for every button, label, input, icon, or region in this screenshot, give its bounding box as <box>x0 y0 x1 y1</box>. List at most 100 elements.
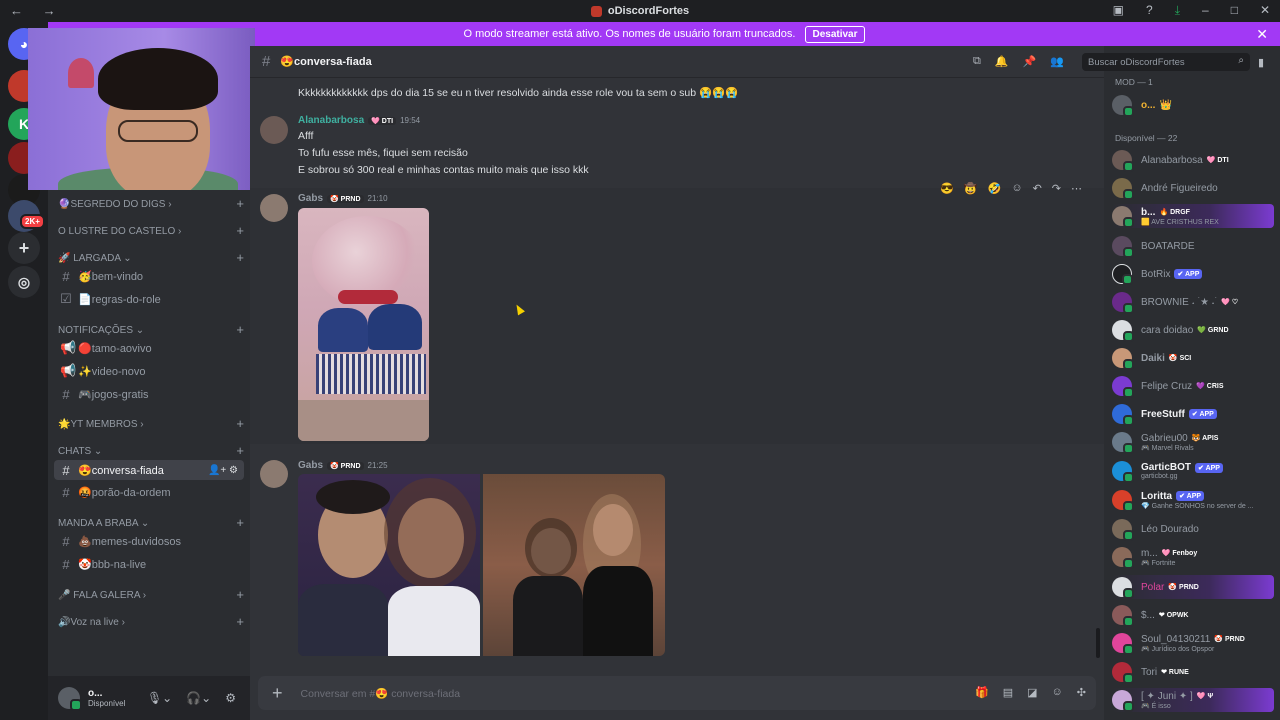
emoji-icon[interactable]: ☺ <box>1052 686 1063 699</box>
member-item[interactable]: Tori ❤ RUNE <box>1112 660 1274 684</box>
forward-icon[interactable]: ↷ <box>1052 182 1061 195</box>
headphones-icon[interactable]: 🎧⌄ <box>186 691 211 705</box>
member-item[interactable]: b... 🔥 DRGF 🟨 AVE CRISTHUS REX <box>1112 204 1274 228</box>
add-channel-icon[interactable]: + <box>236 322 244 337</box>
more-icon[interactable]: ⋯ <box>1071 182 1082 195</box>
member-name: Tori <box>1141 666 1158 678</box>
inbox-icon[interactable]: ▮ <box>1258 56 1264 69</box>
add-channel-icon[interactable]: + <box>236 443 244 458</box>
search-input[interactable]: Buscar oDiscordFortes ⌕ <box>1082 53 1250 71</box>
microphone-icon[interactable]: 🎙⌄ <box>147 691 172 705</box>
channel-settings-icon[interactable]: 👤+ ⚙ <box>208 465 238 476</box>
add-channel-icon[interactable]: + <box>236 614 244 629</box>
member-item[interactable]: Polar 🤡 PRND <box>1112 575 1274 599</box>
member-item[interactable]: Loritta ✔ APP 💎 Ganhe SONHOS no server de … <box>1112 488 1274 512</box>
member-item[interactable]: o... 👑 <box>1112 93 1274 117</box>
reaction-emoji-icon[interactable]: 🤣 <box>988 182 1002 195</box>
channel-porao[interactable]: # 🤬porão-da-ordem <box>54 482 244 502</box>
channel-bbb[interactable]: # 🤡bbb-na-live <box>54 554 244 574</box>
threads-icon[interactable]: ⧉ <box>973 55 981 68</box>
image-attachment[interactable] <box>483 474 665 656</box>
member-item[interactable]: Alanabarbosa 🩷 DTI <box>1112 148 1274 172</box>
attach-icon[interactable]: + <box>272 683 283 704</box>
help-icon[interactable]: ? <box>1146 3 1153 18</box>
member-item[interactable]: m... 🩷 Fenboy 🎮 Fortnite <box>1112 545 1274 569</box>
inbox-monitor-icon[interactable]: ▣ <box>1113 3 1124 18</box>
apps-icon[interactable]: ✣ <box>1077 686 1086 699</box>
user-info[interactable]: o... Disponível <box>88 688 125 708</box>
channel-memes[interactable]: # 💩memes-duvidosos <box>54 531 244 551</box>
member-item[interactable]: Daiki 🤡 SCI <box>1112 346 1274 370</box>
add-channel-icon[interactable]: + <box>236 250 244 265</box>
add-channel-icon[interactable]: + <box>236 587 244 602</box>
channel-bem-vindo[interactable]: # 🥳bem-vindo <box>54 266 244 286</box>
member-item[interactable]: FreeStuff ✔ APP <box>1112 402 1274 426</box>
channel-video-novo[interactable]: 📢 ✨video-novo <box>54 361 244 381</box>
maximize-button[interactable]: □ <box>1231 3 1238 18</box>
add-channel-icon[interactable]: + <box>236 196 244 211</box>
member-item[interactable]: cara doidao 💚 GRND <box>1112 318 1274 342</box>
member-activity: 🎮 Marvel Rivals <box>1141 444 1194 452</box>
member-item[interactable]: Gabrieu00 🐯 APIS 🎮 Marvel Rivals <box>1112 430 1274 454</box>
add-channel-icon[interactable]: + <box>236 515 244 530</box>
channel-title: 😍conversa-fiada <box>280 56 372 68</box>
minimize-button[interactable]: – <box>1202 3 1209 18</box>
member-item[interactable]: André Figueiredo <box>1112 176 1274 200</box>
add-reaction-icon[interactable]: ☺ <box>1011 182 1022 195</box>
add-channel-icon[interactable]: + <box>236 223 244 238</box>
reply-icon[interactable]: ↶ <box>1033 182 1042 195</box>
message-author[interactable]: Gabs <box>298 193 323 204</box>
member-item[interactable]: $... ❤ OPWK <box>1112 603 1274 627</box>
image-attachment[interactable] <box>298 208 429 441</box>
member-item[interactable]: BROWNIE ˖ ࣪ ★ ˖ ࣪ 🩷 ♡ <box>1112 290 1274 314</box>
composer-input[interactable]: Conversar em #😍 conversa-fiada <box>301 687 461 700</box>
member-item[interactable]: [ ✦ Juni ✦ ] 🩷 Ψ 🎮 É isso <box>1112 688 1274 712</box>
message-author[interactable]: Alanabarbosa <box>298 115 364 126</box>
channel-tamo-aovivo[interactable]: 📢 🔴tamo-aovivo <box>54 338 244 358</box>
members-icon[interactable]: 👥 <box>1050 55 1064 68</box>
chat-scrollbar[interactable] <box>1096 628 1100 658</box>
channel-regras[interactable]: ☑ 📄regras-do-role <box>54 289 244 309</box>
member-item[interactable]: Soul_04130211 🤡 PRND 🎮 Jurídico dos Opspor <box>1112 631 1274 655</box>
discover-icon[interactable]: ◎ <box>8 266 40 298</box>
channel-conversa-fiada[interactable]: # 😍conversa-fiada 👤+ ⚙ <box>54 460 244 480</box>
member-item[interactable]: BOATARDE <box>1112 234 1274 258</box>
category-fala-galera[interactable]: 🎤 FALA GALERA › + <box>58 587 244 603</box>
category-notificacoes[interactable]: NOTIFICAÇÕES ⌄ + <box>58 322 244 338</box>
avatar[interactable] <box>58 687 82 711</box>
category-lustre[interactable]: O LUSTRE DO CASTELO › + <box>58 223 244 239</box>
category-largada[interactable]: 🚀 LARGADA ⌄ + <box>58 250 244 266</box>
gear-icon[interactable]: ⚙ <box>225 691 236 705</box>
category-chats[interactable]: CHATS ⌄ + <box>58 443 244 459</box>
add-server-icon[interactable]: + <box>8 232 40 264</box>
reaction-emoji-icon[interactable]: 🤠 <box>964 182 978 195</box>
bell-icon[interactable]: 🔔 <box>995 55 1009 68</box>
member-item[interactable]: GarticBOT ✔ APP garticbot.gg <box>1112 459 1274 483</box>
avatar[interactable] <box>260 460 288 488</box>
category-yt-membros[interactable]: 🌟YT MEMBROS › + <box>58 416 244 432</box>
photo-floor <box>298 400 429 441</box>
reaction-emoji-icon[interactable]: 😎 <box>940 182 954 195</box>
category-manda-a-braba[interactable]: MANDA A BRABA ⌄ + <box>58 515 244 531</box>
close-window-button[interactable]: ✕ <box>1260 3 1270 18</box>
download-icon[interactable]: ⤓ <box>1175 3 1180 18</box>
close-icon[interactable]: ✕ <box>1256 26 1268 43</box>
category-voz[interactable]: 🔊Voz na live › + <box>58 614 244 630</box>
member-item[interactable]: Felipe Cruz 💜 CRIS <box>1112 374 1274 398</box>
avatar[interactable] <box>260 194 288 222</box>
add-channel-icon[interactable]: + <box>236 416 244 431</box>
avatar[interactable] <box>260 116 288 144</box>
pin-icon[interactable]: 📌 <box>1023 55 1037 68</box>
image-attachment[interactable] <box>298 474 480 656</box>
message-author[interactable]: Gabs <box>298 460 323 471</box>
category-segredo[interactable]: 🔮SEGREDO DO DIGS › + <box>58 196 244 212</box>
history-nav[interactable]: ← → <box>10 3 64 18</box>
channel-jogos-gratis[interactable]: # 🎮jogos-gratis <box>54 384 244 404</box>
sticker-icon[interactable]: ◪ <box>1027 686 1037 699</box>
gif-icon[interactable]: ▤ <box>1003 686 1013 699</box>
member-item[interactable]: BotRix ✔ APP <box>1112 262 1274 286</box>
member-item[interactable]: Léo Dourado <box>1112 517 1274 541</box>
avatar <box>1112 292 1134 314</box>
gift-icon[interactable]: 🎁 <box>975 686 989 699</box>
disable-streamer-button[interactable]: Desativar <box>805 25 865 43</box>
